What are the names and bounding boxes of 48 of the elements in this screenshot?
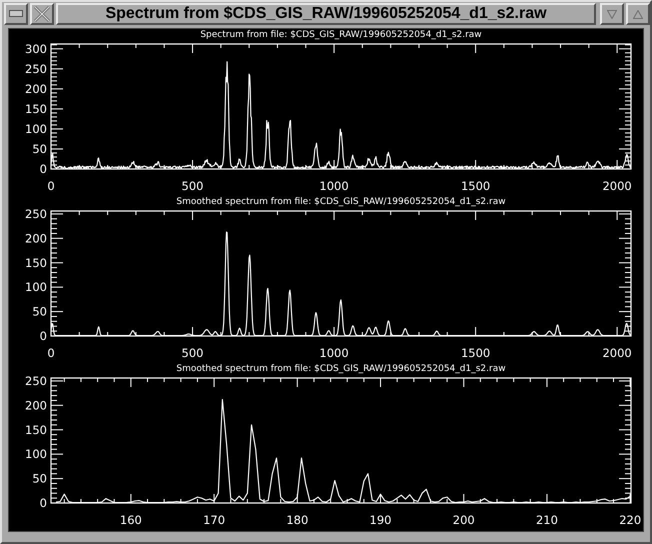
x-tick-label: 170 bbox=[203, 513, 226, 527]
triangle-down-icon bbox=[607, 10, 617, 18]
x-tick-label: 200 bbox=[452, 513, 475, 527]
window-title: Spectrum from $CDS_GIS_RAW/199605252054_d1_s2.raw bbox=[56, 3, 596, 25]
plot-title: Spectrum from file: $CDS_GIS_RAW/199605252054_d1_s2.raw bbox=[199, 30, 483, 41]
dash-icon bbox=[9, 10, 23, 18]
y-tick-label: 150 bbox=[25, 422, 47, 437]
triangle-up-icon bbox=[633, 10, 643, 18]
y-tick-label: 250 bbox=[25, 208, 47, 221]
x-tick-label: 2000 bbox=[602, 346, 632, 360]
x-tick-label: 1500 bbox=[460, 179, 490, 193]
x-tick-label: 220 bbox=[619, 513, 642, 527]
y-tick-label: 250 bbox=[25, 375, 47, 388]
y-tick-label: 200 bbox=[25, 82, 47, 96]
minimize-button[interactable] bbox=[4, 3, 28, 25]
y-tick-label: 50 bbox=[32, 304, 47, 319]
x-tick-label: 180 bbox=[286, 513, 308, 527]
y-tick-label: 100 bbox=[25, 280, 47, 294]
y-tick-label: 0 bbox=[40, 162, 47, 176]
x-tick-label: 1000 bbox=[319, 346, 349, 360]
y-tick-label: 100 bbox=[25, 122, 47, 136]
y-tick-label: 50 bbox=[32, 472, 47, 486]
x-tick-label: 1500 bbox=[460, 346, 490, 360]
x-tick-label: 210 bbox=[536, 513, 558, 527]
plot-title: Smoothed spectrum from file: $CDS_GIS_RAW/199605252054_d1_s2.raw bbox=[175, 197, 507, 208]
x-tick-label: 1000 bbox=[319, 179, 349, 193]
x-tick-label: 160 bbox=[120, 513, 142, 527]
y-tick-label: 0 bbox=[40, 496, 47, 510]
y-tick-label: 50 bbox=[32, 142, 47, 156]
y-tick-label: 200 bbox=[25, 231, 47, 246]
x-tick-label: 500 bbox=[182, 346, 204, 360]
y-tick-label: 150 bbox=[25, 102, 47, 116]
maximize-button[interactable] bbox=[626, 3, 650, 25]
close-button[interactable] bbox=[30, 3, 54, 25]
x-tick-label: 0 bbox=[47, 346, 55, 360]
y-tick-label: 250 bbox=[25, 62, 47, 76]
y-tick-label: 100 bbox=[25, 447, 47, 462]
plot-title: Smoothed spectrum from file: $CDS_GIS_RAW/199605252054_d1_s2.raw bbox=[175, 364, 507, 375]
y-tick-label: 0 bbox=[40, 329, 47, 343]
x-tick-label: 190 bbox=[370, 513, 392, 527]
x-tick-label: 500 bbox=[182, 179, 204, 193]
y-tick-label: 300 bbox=[25, 42, 47, 56]
x-tick-label: 0 bbox=[47, 179, 55, 193]
y-tick-label: 150 bbox=[25, 256, 47, 270]
x-tick-label: 2000 bbox=[602, 179, 632, 193]
minimize-button[interactable] bbox=[600, 3, 624, 25]
y-tick-label: 200 bbox=[25, 398, 47, 412]
close-icon bbox=[34, 6, 50, 22]
